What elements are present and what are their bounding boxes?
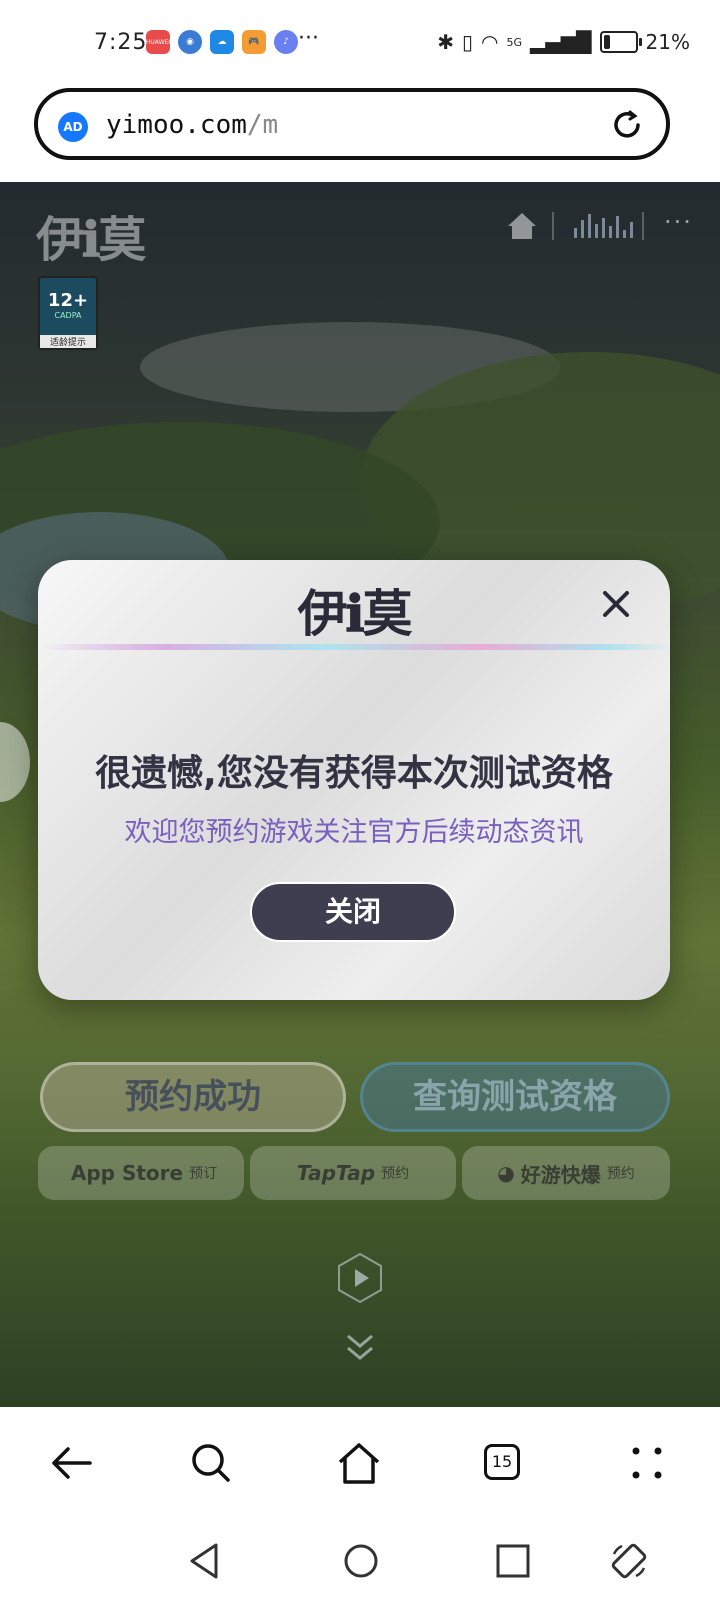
reload-icon[interactable] bbox=[610, 108, 644, 142]
decorative-divider bbox=[38, 644, 670, 650]
battery-percent: 21% bbox=[645, 30, 690, 54]
result-modal: 伊ℹ莫 很遗憾,您没有获得本次测试资格 欢迎您预约游戏关注官方后续动态资讯 关闭 bbox=[38, 560, 670, 1000]
music-toggle-icon[interactable] bbox=[574, 214, 633, 238]
divider bbox=[642, 212, 644, 240]
more-notifications-icon: ··· bbox=[298, 26, 319, 51]
rotate-screen-icon[interactable] bbox=[608, 1540, 650, 1582]
store-name: App Store bbox=[70, 1161, 184, 1185]
age-rating: 12+ bbox=[47, 290, 89, 311]
signal-icon: ▂▄▆█ bbox=[530, 30, 592, 54]
age-tip: 适龄提示 bbox=[40, 335, 96, 348]
taptap-button[interactable]: TapTap 预约 bbox=[250, 1146, 456, 1200]
modal-title: 很遗憾,您没有获得本次测试资格 bbox=[95, 753, 613, 794]
browser-toolbar: 15 bbox=[0, 1408, 720, 1524]
system-navigation bbox=[0, 1524, 720, 1600]
haoyou-button[interactable]: ◕ 好游快爆 预约 bbox=[462, 1146, 670, 1200]
app-store-button[interactable]: App Store 预订 bbox=[38, 1146, 244, 1200]
url-domain: yimoo.com bbox=[106, 110, 247, 140]
search-icon[interactable] bbox=[186, 1438, 236, 1488]
haoyou-icon: ◕ bbox=[497, 1161, 515, 1185]
url-text[interactable]: yimoo.com/m bbox=[106, 110, 278, 140]
more-icon[interactable]: ··· bbox=[664, 208, 693, 236]
wifi-icon: ◠ bbox=[481, 30, 499, 54]
vibrate-icon: ▯ bbox=[462, 30, 474, 54]
home-icon[interactable] bbox=[504, 208, 540, 244]
browser-icon: ◉ bbox=[178, 30, 202, 54]
scroll-down-icon[interactable] bbox=[344, 1332, 376, 1362]
status-bar: 7:25 HUAWEI ◉ ☁ 🎮 ♪ ··· ✱ ▯ ◠ 5G ▂▄▆█ 21… bbox=[0, 0, 720, 88]
ad-block-icon[interactable]: AD bbox=[58, 112, 88, 142]
url-bar[interactable]: AD yimoo.com/m bbox=[34, 88, 670, 160]
tabs-button[interactable]: 15 bbox=[484, 1444, 520, 1480]
modal-logo: 伊ℹ莫 bbox=[297, 584, 413, 643]
store-name: 好游快爆 bbox=[520, 1162, 601, 1187]
game-logo: 伊ℹ莫 bbox=[36, 212, 146, 268]
modal-subtitle: 欢迎您预约游戏关注官方后续动态资讯 bbox=[124, 817, 584, 848]
age-org: CADPA bbox=[54, 311, 82, 320]
menu-icon[interactable] bbox=[622, 1438, 672, 1488]
nav-recents-icon[interactable] bbox=[492, 1540, 534, 1582]
nav-back-icon[interactable] bbox=[184, 1540, 226, 1582]
store-action: 预约 bbox=[381, 1166, 410, 1182]
network-type: 5G bbox=[506, 35, 523, 49]
close-icon[interactable] bbox=[600, 588, 632, 620]
weather-icon: ☁ bbox=[210, 30, 234, 54]
status-right: ✱ ▯ ◠ 5G ▂▄▆█ 21% bbox=[437, 30, 690, 54]
url-path: /m bbox=[246, 110, 279, 140]
store-buttons: App Store 预订 TapTap 预约 ◕ 好游快爆 预约 bbox=[38, 1146, 670, 1202]
store-action: 预约 bbox=[606, 1166, 635, 1182]
status-time: 7:25 bbox=[94, 30, 148, 55]
huawei-store-icon: HUAWEI bbox=[146, 30, 170, 54]
nav-home-icon[interactable] bbox=[340, 1540, 382, 1582]
bluetooth-icon: ✱ bbox=[437, 30, 455, 54]
play-video-icon[interactable] bbox=[336, 1252, 384, 1304]
age-rating-badge[interactable]: 12+ CADPA 适龄提示 bbox=[38, 276, 98, 350]
music-icon: ♪ bbox=[274, 30, 298, 54]
store-name: TapTap bbox=[296, 1161, 376, 1185]
home-icon[interactable] bbox=[334, 1438, 384, 1488]
query-qualification-button[interactable]: 查询测试资格 bbox=[360, 1062, 670, 1132]
game-center-icon: 🎮 bbox=[242, 30, 266, 54]
notification-icons: HUAWEI ◉ ☁ 🎮 ♪ bbox=[146, 30, 298, 54]
back-arrow-icon[interactable] bbox=[46, 1438, 96, 1488]
primary-buttons: 预约成功 查询测试资格 bbox=[38, 1060, 670, 1134]
reserved-button[interactable]: 预约成功 bbox=[40, 1062, 346, 1132]
store-action: 预订 bbox=[189, 1166, 218, 1182]
battery-icon bbox=[599, 31, 642, 53]
modal-close-button[interactable]: 关闭 bbox=[250, 882, 456, 942]
divider bbox=[552, 212, 554, 240]
